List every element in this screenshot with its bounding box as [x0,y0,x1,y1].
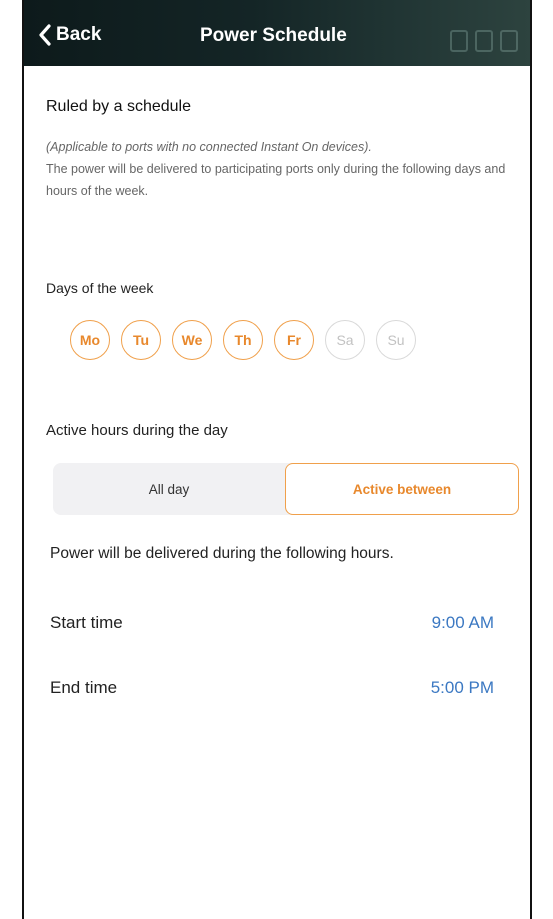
day-toggle-friday[interactable]: Fr [274,320,314,360]
schedule-description: (Applicable to ports with no connected I… [46,136,516,202]
day-toggle-thursday[interactable]: Th [223,320,263,360]
power-hours-note: Power will be delivered during the follo… [50,545,394,562]
nav-bar: Back Power Schedule [24,0,530,66]
schedule-content: Ruled by a schedule (Applicable to ports… [24,66,530,919]
active-hours-segmented-control: All day Active between [53,463,519,515]
start-time-row[interactable]: Start time 9:00 AM [50,613,494,633]
page-title: Power Schedule [200,25,347,46]
start-time-label: Start time [50,613,123,632]
day-toggle-wednesday[interactable]: We [172,320,212,360]
active-hours-label: Active hours during the day [46,422,228,439]
active-between-option[interactable]: Active between [285,463,519,515]
schedule-title: Ruled by a schedule [46,98,191,115]
phone-screen: Back Power Schedule Ruled by a schedule … [22,0,532,919]
end-time-value[interactable]: 5:00 PM [431,678,494,698]
start-time-value[interactable]: 9:00 AM [432,613,494,633]
header-decoration [450,30,518,52]
day-toggle-tuesday[interactable]: Tu [121,320,161,360]
back-label: Back [56,24,102,45]
schedule-note: (Applicable to ports with no connected I… [46,140,372,154]
schedule-description-text: The power will be delivered to participa… [46,162,506,198]
chevron-left-icon [39,24,51,46]
end-time-row[interactable]: End time 5:00 PM [50,678,494,698]
back-button[interactable]: Back [38,24,101,46]
days-selector: Mo Tu We Th Fr Sa Su [70,320,416,360]
day-toggle-saturday[interactable]: Sa [325,320,365,360]
end-time-label: End time [50,678,118,697]
day-toggle-sunday[interactable]: Su [376,320,416,360]
day-toggle-monday[interactable]: Mo [70,320,110,360]
days-of-week-label: Days of the week [46,280,154,296]
all-day-option[interactable]: All day [53,463,285,515]
